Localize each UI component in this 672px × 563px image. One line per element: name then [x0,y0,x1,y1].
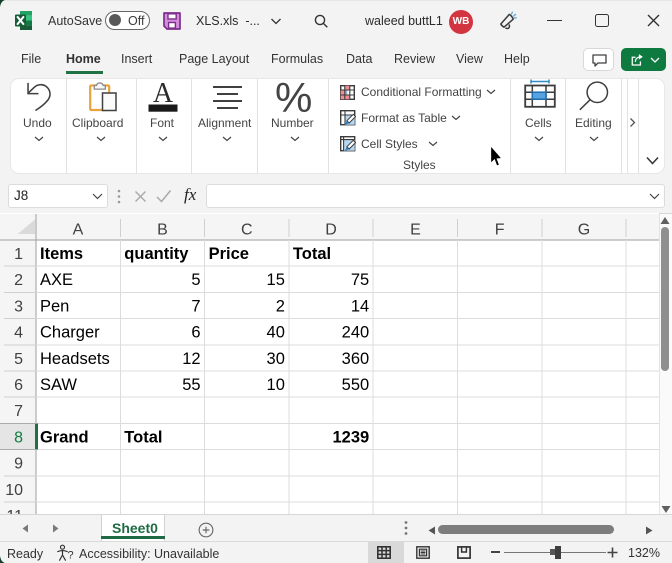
svg-text:Price: Price [209,245,249,263]
svg-text:7: 7 [191,297,200,315]
svg-text:C: C [241,222,253,239]
svg-text:14: 14 [351,297,369,315]
svg-text:360: 360 [342,350,370,368]
svg-text:8: 8 [14,429,23,446]
svg-text:B: B [157,222,168,239]
svg-text:D: D [325,222,337,239]
svg-text:550: 550 [342,376,370,394]
svg-text:Headsets: Headsets [40,350,110,368]
svg-text:7: 7 [14,403,23,420]
svg-text:75: 75 [351,271,369,289]
svg-text:15: 15 [267,271,285,289]
svg-text:240: 240 [342,324,370,342]
svg-text:5: 5 [191,271,200,289]
svg-text:SAW: SAW [40,376,77,394]
svg-text:3: 3 [14,298,23,315]
svg-text:1239: 1239 [332,428,369,446]
svg-text:E: E [410,222,421,239]
svg-text:12: 12 [182,350,200,368]
svg-text:Total: Total [293,245,331,263]
svg-text:2: 2 [14,272,23,289]
svg-text:Total: Total [124,428,162,446]
svg-text:10: 10 [267,376,285,394]
svg-text:F: F [495,222,505,239]
svg-text:Charger: Charger [40,324,100,342]
svg-text:10: 10 [5,482,23,499]
svg-text:Pen: Pen [40,297,69,315]
svg-text:Grand: Grand [40,428,89,446]
svg-text:40: 40 [267,324,285,342]
svg-text:6: 6 [191,324,200,342]
svg-text:Items: Items [40,245,83,263]
svg-text:4: 4 [14,325,23,342]
svg-text:A: A [73,222,84,239]
svg-text:5: 5 [14,351,23,368]
svg-text:?: ? [68,549,74,561]
svg-text:2: 2 [276,297,285,315]
svg-text:quantity: quantity [124,245,189,263]
svg-text:9: 9 [14,456,23,473]
svg-text:30: 30 [267,350,285,368]
svg-text:1: 1 [14,246,23,263]
svg-text:55: 55 [182,376,200,394]
svg-text:G: G [578,222,590,239]
svg-text:AXE: AXE [40,271,73,289]
svg-text:6: 6 [14,377,23,394]
